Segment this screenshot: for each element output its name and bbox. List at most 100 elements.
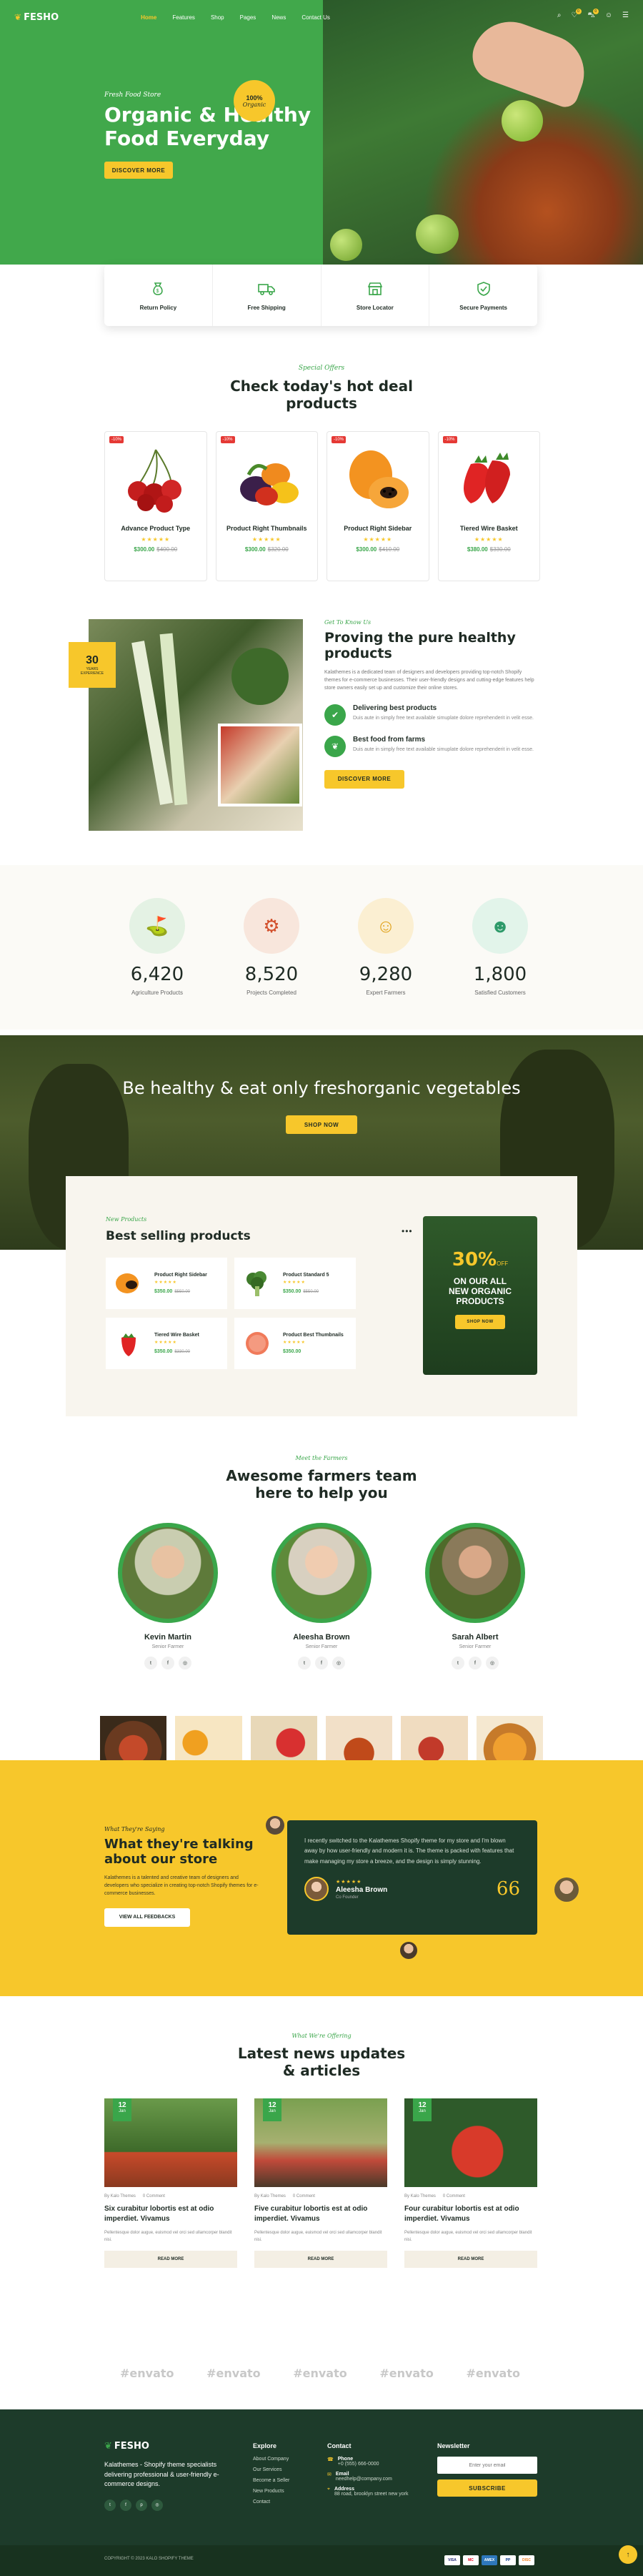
footer-link[interactable]: New Products: [253, 2489, 289, 2494]
bestselling-section: New Products Best selling products ••• P…: [66, 1176, 577, 1416]
read-more-button[interactable]: Read More: [104, 2251, 237, 2269]
heart-icon[interactable]: ♡ 0: [572, 9, 582, 21]
footer-link[interactable]: About Company: [253, 2457, 289, 2462]
nav-news[interactable]: News: [271, 14, 286, 21]
stars: ★★★★★: [336, 1879, 362, 1885]
cart-icon[interactable]: ⛍ 0: [588, 9, 599, 21]
product-card[interactable]: -10% Advance Product Type ★★★★★ $300.00 $…: [104, 431, 207, 581]
author-role: Co Founder: [336, 1895, 359, 1900]
twitter-icon[interactable]: t: [298, 1657, 311, 1669]
about-eyebrow: Get To Know Us: [324, 619, 372, 626]
read-more-button[interactable]: Read More: [404, 2251, 537, 2269]
mini-product[interactable]: Product Standard 5 ★★★★★ $350.00 $550.00: [234, 1258, 356, 1309]
logo[interactable]: ❦ FESHO: [14, 12, 59, 23]
strawberry-thumb: [121, 1333, 136, 1356]
product-card[interactable]: -10% Tiered Wire Basket ★★★★★ $380.00 $33…: [437, 431, 540, 581]
email-value[interactable]: needhelp@company.com: [336, 2477, 392, 2482]
product-name: Tiered Wire Basket: [459, 525, 518, 532]
facebook-icon[interactable]: f: [120, 2499, 131, 2511]
promo-button[interactable]: Shop Now: [455, 1315, 505, 1329]
scroll-top-button[interactable]: ↑: [619, 2545, 637, 2564]
nav-shop[interactable]: Shop: [211, 14, 224, 21]
footer-link[interactable]: Our Services: [253, 2467, 289, 2472]
nav-contact[interactable]: Contact Us: [301, 14, 330, 21]
news-card[interactable]: 12 Jan By Kalo Themes 0 Comment Four curab…: [404, 2098, 537, 2269]
instagram-icon[interactable]: ◎: [179, 1657, 191, 1669]
logo-text: FESHO: [24, 11, 59, 23]
news-card[interactable]: 12 Jan By Kalo Themes 0 Comment Six curabi…: [104, 2098, 237, 2269]
news-card[interactable]: 12 Jan By Kalo Themes 0 Comment Five curab…: [254, 2098, 387, 2269]
footer-link[interactable]: Become a Seller: [253, 2478, 289, 2483]
floating-avatar: [554, 1877, 579, 1902]
twitter-icon[interactable]: t: [144, 1657, 157, 1669]
footer-logo[interactable]: ❦ FESHO: [104, 2441, 240, 2452]
news-title[interactable]: Six curabitur lobortis est at odio imper…: [104, 2204, 237, 2224]
about-content: Get To Know Us Proving the pure healthy …: [324, 619, 539, 789]
tractor-icon: ⚙: [244, 898, 299, 954]
news-meta: By Kalo Themes 0 Comment: [254, 2194, 387, 2199]
news-author[interactable]: By Kalo Themes: [104, 2194, 136, 2199]
nav-features[interactable]: Features: [172, 14, 195, 21]
stat-label: Satisfied Customers: [474, 990, 526, 996]
subscribe-button[interactable]: Subscribe: [437, 2479, 537, 2497]
newsletter-email-input[interactable]: [437, 2457, 537, 2474]
product-card[interactable]: -10% Product Right Sidebar ★★★★★ $300.00…: [327, 431, 429, 581]
about-button[interactable]: Discover More: [324, 769, 404, 789]
facebook-icon[interactable]: f: [469, 1657, 482, 1669]
main-nav: Home Features Shop Pages News Contact Us: [141, 14, 330, 21]
mini-price: $350.00 $550.00: [154, 1287, 207, 1294]
team-eyebrow: Meet the Farmers: [295, 1455, 348, 1461]
quote-card: I recently switched to the Kalathemes Sh…: [287, 1820, 537, 1935]
user-icon[interactable]: ☺: [605, 11, 612, 21]
twitter-icon[interactable]: t: [452, 1657, 464, 1669]
product-image-strawberries: [439, 432, 540, 525]
rating-stars: ★★★★★: [283, 1280, 306, 1285]
broccoli-thumb: [246, 1271, 266, 1296]
news-title[interactable]: Four curabitur lobortis est at odio impe…: [404, 2204, 537, 2224]
read-more-button[interactable]: Read More: [254, 2251, 387, 2269]
twitter-icon[interactable]: t: [104, 2499, 116, 2511]
mastercard-icon: MC: [463, 2555, 479, 2565]
facebook-icon[interactable]: f: [315, 1657, 328, 1669]
footer-explore: Explore About Company Our Services Becom…: [253, 2442, 289, 2505]
news-comments[interactable]: 0 Comment: [443, 2194, 465, 2199]
hero-section: ❦ FESHO Home Features Shop Pages News Co…: [0, 0, 643, 326]
nav-home[interactable]: Home: [141, 14, 156, 21]
instagram-icon[interactable]: ◎: [151, 2499, 163, 2511]
contact-email: ✉ Email needhelp@company.com: [327, 2472, 408, 2482]
news-comments[interactable]: 0 Comment: [143, 2194, 165, 2199]
hero-button[interactable]: Discover More: [104, 162, 173, 179]
testimonial-title-2: about our store: [104, 1852, 218, 1867]
mini-product[interactable]: Tiered Wire Basket ★★★★★ $350.00 $330.00: [106, 1318, 227, 1369]
promo-pct: 30%: [452, 1249, 497, 1270]
slider-dots[interactable]: •••: [402, 1226, 413, 1236]
pinterest-icon[interactable]: p: [136, 2499, 147, 2511]
news-comments[interactable]: 0 Comment: [293, 2194, 315, 2199]
news-title-1: Latest news updates: [237, 2045, 406, 2062]
news-title[interactable]: Five curabitur lobortis est at odio impe…: [254, 2204, 387, 2224]
wishlist-count: 0: [575, 9, 582, 14]
instagram-icon[interactable]: ◎: [332, 1657, 345, 1669]
mini-product[interactable]: Product Right Sidebar ★★★★★ $350.00 $550.00: [106, 1258, 227, 1309]
footer-link[interactable]: Contact: [253, 2499, 289, 2505]
news-author[interactable]: By Kalo Themes: [254, 2194, 286, 2199]
feedback-button[interactable]: View All Feedbacks: [104, 1908, 190, 1927]
banner-button[interactable]: Shop Now: [286, 1115, 357, 1134]
footer-heading: Newsletter: [437, 2442, 470, 2449]
facebook-icon[interactable]: f: [161, 1657, 174, 1669]
instagram-icon[interactable]: ◎: [486, 1657, 499, 1669]
news-author[interactable]: By Kalo Themes: [404, 2194, 436, 2199]
product-card[interactable]: -10% Product Right Thumbnails ★★★★★ $300…: [215, 431, 318, 581]
nav-pages[interactable]: Pages: [240, 14, 256, 21]
menu-icon[interactable]: ☰: [622, 11, 629, 21]
paypal-icon: PP: [500, 2555, 516, 2565]
mini-price: $350.00: [283, 1347, 344, 1354]
phone-value[interactable]: +0 (555) 666-0000: [338, 2462, 379, 2467]
product-price: $300.00 $320.00: [216, 546, 318, 553]
news-excerpt: Pellentesque dolor augue, euismod vel or…: [104, 2231, 232, 2242]
search-icon[interactable]: ⌕: [557, 11, 562, 21]
cart-count: 0: [592, 9, 599, 14]
feature-return: $ Return Policy: [104, 265, 213, 326]
mini-product[interactable]: Product Best Thumbnails ★★★★★ $350.00: [234, 1318, 356, 1369]
date-month: Jan: [269, 2109, 276, 2113]
